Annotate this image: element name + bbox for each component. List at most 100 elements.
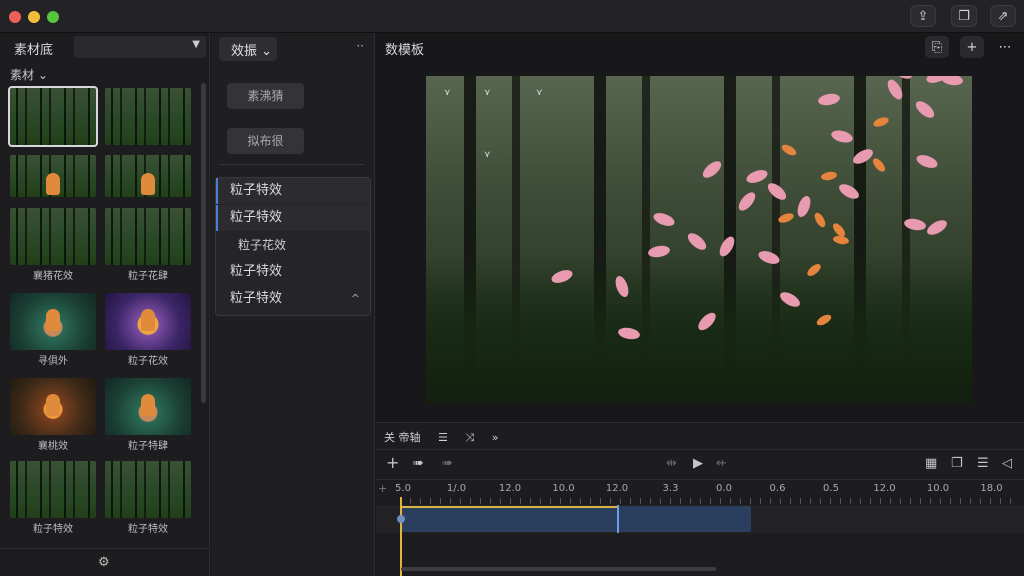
media-thumbnail[interactable]: [105, 155, 191, 197]
thumbnail-image: [105, 461, 191, 518]
petal-particle: [756, 248, 782, 267]
nodes-icon[interactable]: ⤨: [465, 431, 474, 444]
rewind-icon[interactable]: ⇷: [716, 456, 727, 471]
bird-icon: ⋎: [484, 150, 491, 160]
minimize-window-button[interactable]: [28, 11, 40, 23]
thumbnail-label: 粒子特肆: [128, 441, 168, 452]
timeline-ruler[interactable]: + 5.0 1/.0 12.0 10.0 12.0 3.3 0.0 0.6 0.5 12.0 10.…: [376, 479, 1024, 505]
media-thumbnail[interactable]: [105, 461, 191, 518]
character-figure: [46, 309, 60, 331]
petal-particle: [872, 115, 890, 129]
expand-icon[interactable]: »: [492, 431, 499, 444]
more-icon[interactable]: ⋯: [993, 36, 1017, 58]
clip-selection-range[interactable]: [401, 506, 618, 532]
collapse-icon[interactable]: ◁: [1002, 456, 1012, 471]
media-filter-dropdown[interactable]: ▼: [74, 36, 206, 58]
list-icon[interactable]: ☰: [438, 431, 448, 444]
petal-particle: [695, 309, 719, 334]
preview-canvas[interactable]: ⋎ ⋎ ⋎ ⋎: [426, 76, 972, 403]
add-button[interactable]: +: [960, 36, 984, 58]
thumbnail-image: [10, 88, 96, 145]
close-window-button[interactable]: [9, 11, 21, 23]
menu-item-particle-effect-2[interactable]: 粒子特效: [216, 205, 370, 231]
petal-particle: [820, 170, 838, 182]
media-thumbnail[interactable]: [10, 208, 96, 265]
media-library-footer: ⚙: [0, 548, 210, 576]
media-thumbnail[interactable]: [10, 461, 96, 518]
doc-icon[interactable]: ⎘: [925, 36, 949, 58]
play-icon[interactable]: ▶: [693, 456, 703, 471]
character-figure: [141, 173, 155, 195]
maximize-window-button[interactable]: [47, 11, 59, 23]
effects-panel: 效振 ⌄ ·· 素沸猜 拟布很 粒子特效 粒子特效 粒子花效 粒子特效 粒子特效…: [211, 33, 375, 576]
share-icon[interactable]: ⇗: [990, 5, 1016, 27]
particle-effects-menu: 粒子特效 粒子特效 粒子花效 粒子特效 粒子特效 ^: [215, 177, 371, 316]
ruler-plus-icon[interactable]: +: [378, 482, 387, 495]
menu-item-label: 粒子特效: [230, 291, 283, 306]
thumbnail-label: 寻俱外: [38, 356, 68, 367]
media-thumbnail[interactable]: [10, 378, 96, 435]
dropdown-caret-icon: ▼: [192, 39, 200, 50]
preview-panel: 数模板 ⎘ + ⋯ ⋎ ⋎ ⋎ ⋎: [376, 33, 1024, 422]
effects-tab[interactable]: 效振 ⌄: [219, 37, 277, 61]
bird-icon: ⋎: [484, 88, 491, 98]
more-options-icon[interactable]: ··: [356, 39, 364, 53]
add-track-icon[interactable]: +: [386, 453, 399, 472]
petal-particle: [829, 128, 855, 145]
menu-icon[interactable]: ☰: [977, 456, 989, 471]
petal-particle: [817, 92, 841, 107]
grid-icon[interactable]: ▦: [925, 456, 937, 471]
thumbnail-label: 粒子特效: [128, 524, 168, 535]
media-category-selector[interactable]: 素材 ⌄: [10, 66, 48, 83]
preview-title: 数模板: [385, 43, 425, 58]
chevron-up-icon[interactable]: ^: [351, 286, 360, 312]
media-thumbnail[interactable]: [8, 86, 98, 147]
forward-dim-icon[interactable]: ➠: [442, 456, 453, 471]
playhead[interactable]: [400, 497, 402, 576]
forward-icon[interactable]: ➠: [413, 456, 424, 471]
settings-icon[interactable]: ⚙: [98, 555, 110, 570]
petal-particle: [613, 274, 631, 299]
thumbnail-label: 粒子花效: [128, 356, 168, 367]
bird-icon: ⋎: [444, 88, 451, 98]
petal-particle: [685, 230, 709, 253]
playhead-knob[interactable]: [397, 515, 405, 523]
copy-icon[interactable]: ❐: [951, 5, 977, 27]
petal-particle: [651, 210, 677, 229]
thumbnail-label: 粒子特效: [33, 524, 73, 535]
menu-item-particle-effect-1[interactable]: 粒子特效: [216, 178, 370, 204]
media-thumbnail[interactable]: [105, 378, 191, 435]
petal-particle: [836, 181, 862, 202]
character-figure: [141, 394, 155, 416]
timeline-tab[interactable]: 关 帝轴 ☰ ⤨ »: [384, 427, 498, 449]
menu-item-particle-effect-3[interactable]: 粒子特效: [216, 259, 370, 285]
menu-item-label: 粒子特效: [230, 183, 283, 198]
media-thumbnail[interactable]: [105, 208, 191, 265]
clip-edge-handle[interactable]: [617, 505, 619, 533]
effect-button-2[interactable]: 拟布很: [227, 128, 304, 154]
upload-icon[interactable]: ⇪: [910, 5, 936, 27]
bird-icon: ⋎: [536, 88, 543, 98]
menu-item-particle-flower[interactable]: 粒子花效: [216, 232, 370, 258]
petal-particle: [795, 194, 813, 219]
menu-item-particle-effect-4[interactable]: 粒子特效 ^: [216, 286, 370, 312]
ruler-tick-label: 12.0: [498, 483, 522, 494]
media-thumbnail[interactable]: [105, 293, 191, 350]
petal-particle: [870, 156, 888, 174]
folder-icon[interactable]: ❐: [951, 456, 963, 471]
timeline-track[interactable]: [376, 505, 1024, 533]
menu-item-label: 粒子特效: [230, 210, 283, 225]
petal-particle: [850, 146, 876, 167]
thumbnail-label: 襄桃效: [38, 441, 68, 452]
ruler-ticks: [400, 498, 1020, 504]
media-thumbnail[interactable]: [105, 88, 191, 145]
media-thumbnail[interactable]: [10, 155, 96, 197]
media-thumbnail[interactable]: [10, 293, 96, 350]
petal-particle: [924, 217, 950, 238]
effect-button-1[interactable]: 素沸猜: [227, 83, 304, 109]
petal-particle: [903, 217, 927, 232]
media-scrollbar[interactable]: [201, 83, 206, 403]
timeline-scrollbar[interactable]: [401, 567, 716, 571]
ruler-tick-label: 18.0: [980, 483, 1003, 494]
split-icon[interactable]: ⇹: [666, 456, 677, 471]
